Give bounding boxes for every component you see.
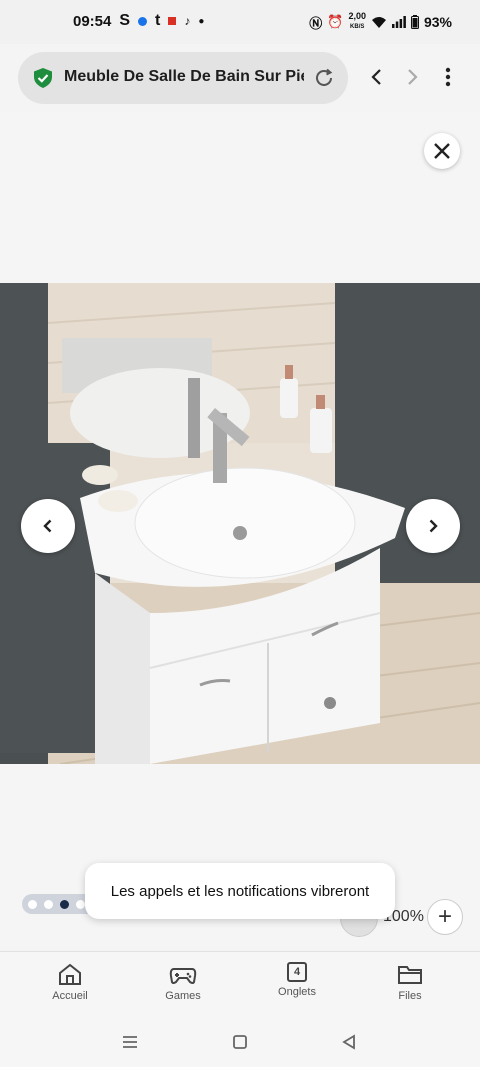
zoom-in-button[interactable]: + xyxy=(427,899,463,935)
nav-item-accueil[interactable]: Accueil xyxy=(30,962,110,1002)
forward-icon[interactable] xyxy=(401,66,423,88)
close-button[interactable] xyxy=(424,133,460,169)
slide-dot[interactable] xyxy=(44,899,53,909)
chevron-left-icon xyxy=(43,519,52,533)
gamepad-icon xyxy=(169,968,197,984)
nav-label-onglets: Onglets xyxy=(278,986,316,998)
wifi-icon xyxy=(371,16,386,28)
nav-label-files: Files xyxy=(398,990,422,1002)
data-speed: 2,00 KB/S xyxy=(348,12,366,32)
nav-item-onglets[interactable]: 4 Onglets xyxy=(257,962,337,998)
toast-notification: Les appels et les notifications vibreron… xyxy=(85,863,395,919)
nav-item-files[interactable]: Files xyxy=(370,962,450,1002)
home-button-icon[interactable] xyxy=(232,1034,248,1050)
data-speed-unit: KB/S xyxy=(350,24,365,30)
bottom-navigation: Accueil Games 4 Onglets Files xyxy=(0,951,480,1018)
tiktok-icon: ♪ xyxy=(184,14,191,28)
pdf-notification-icon xyxy=(168,17,177,25)
tumblr-icon: t xyxy=(155,12,161,29)
chevron-right-icon xyxy=(429,519,438,533)
battery-level: 93% xyxy=(423,14,452,30)
more-vert-icon[interactable] xyxy=(437,66,459,88)
toast-message: Les appels et les notifications vibreron… xyxy=(110,882,370,900)
battery-icon xyxy=(410,15,419,29)
next-image-button[interactable] xyxy=(406,499,460,553)
reload-icon[interactable] xyxy=(313,67,335,89)
data-speed-value: 2,00 xyxy=(348,11,366,21)
close-icon xyxy=(434,143,450,159)
back-triangle-icon[interactable] xyxy=(341,1034,357,1050)
signal-icon xyxy=(391,16,406,28)
nfc-icon: Ⓝ xyxy=(309,15,323,31)
nav-label-accueil: Accueil xyxy=(52,990,88,1002)
back-icon[interactable] xyxy=(366,66,388,88)
slide-dot[interactable] xyxy=(28,899,37,909)
recents-icon[interactable] xyxy=(121,1034,139,1050)
previous-image-button[interactable] xyxy=(21,499,75,553)
status-left: 09:54 S t ♪ ● xyxy=(73,12,204,30)
nav-label-games: Games xyxy=(165,990,201,1002)
page-title[interactable]: Meuble De Salle De Bain Sur Pie... xyxy=(64,68,304,86)
skype-icon: S xyxy=(119,12,131,29)
home-icon xyxy=(59,963,81,985)
app-notification-icon xyxy=(138,16,148,26)
clock: 09:54 xyxy=(73,12,112,30)
status-right: Ⓝ ⏰ 2,00 KB/S 93% xyxy=(309,12,452,32)
alarm-icon: ⏰ xyxy=(327,14,344,29)
folder-icon xyxy=(398,966,422,984)
shield-check-icon xyxy=(34,68,52,88)
status-bar: 09:54 S t ♪ ● Ⓝ ⏰ 2,00 KB/S 93% xyxy=(0,0,480,44)
slide-dot-active[interactable] xyxy=(60,899,69,909)
nav-item-games[interactable]: Games xyxy=(143,962,223,1002)
more-notifications-icon: ● xyxy=(198,15,205,27)
tabs-icon: 4 xyxy=(287,962,307,982)
address-bar[interactable]: Meuble De Salle De Bain Sur Pie... xyxy=(18,52,348,104)
system-navigation-bar xyxy=(0,1018,480,1067)
slide-dot[interactable] xyxy=(76,899,85,909)
